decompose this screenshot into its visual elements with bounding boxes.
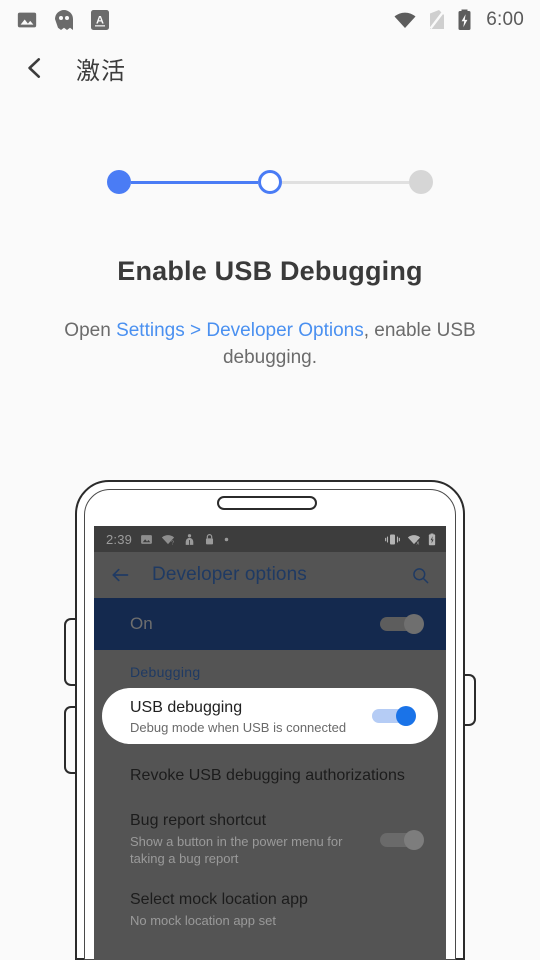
battery-icon bbox=[428, 533, 436, 545]
people-icon bbox=[185, 533, 194, 545]
master-toggle-label: On bbox=[130, 614, 153, 633]
ghost-icon bbox=[55, 10, 73, 30]
progress-stepper bbox=[0, 170, 540, 194]
dot-icon bbox=[224, 537, 229, 541]
list-item[interactable]: Bug report shortcut Show a button in the… bbox=[94, 803, 446, 878]
wifi-question-icon: ? bbox=[161, 534, 175, 546]
mock-location-subtitle: No mock location app set bbox=[130, 913, 276, 929]
section-header-debugging: Debugging bbox=[130, 664, 201, 680]
phone-status-time: 2:39 bbox=[106, 531, 133, 547]
step-indicator-1[interactable] bbox=[107, 170, 131, 194]
vibrate-icon bbox=[385, 534, 400, 544]
usb-debugging-texts: USB debugging Debug mode when USB is con… bbox=[130, 698, 346, 735]
phone-screen-title: Developer options bbox=[152, 564, 307, 585]
step-indicator-2[interactable] bbox=[258, 170, 282, 194]
developer-options-list: Debugging USB debugging Debug mode when … bbox=[94, 650, 446, 946]
battery-charging-icon bbox=[458, 9, 471, 30]
svg-text:A: A bbox=[96, 15, 104, 27]
step-indicator-3[interactable] bbox=[409, 170, 433, 194]
status-bar-right-icons: 6:00 bbox=[393, 9, 524, 31]
svg-text:x: x bbox=[416, 540, 419, 545]
usb-debugging-subtitle: Debug mode when USB is connected bbox=[130, 719, 347, 735]
revoke-authorizations-title: Revoke USB debugging authorizations bbox=[130, 767, 405, 784]
bug-report-shortcut-texts: Bug report shortcut Show a button in the… bbox=[130, 811, 368, 868]
bug-report-shortcut-toggle[interactable] bbox=[380, 829, 424, 850]
settings-developer-options-link[interactable]: Settings > Developer Options bbox=[116, 320, 364, 341]
status-bar-time: 6:00 bbox=[486, 9, 524, 30]
master-toggle-switch[interactable] bbox=[380, 614, 424, 634]
status-bar-left-icons: A bbox=[16, 9, 110, 31]
search-icon[interactable] bbox=[411, 566, 430, 585]
phone-screen: 2:39 ? x Developer options On Debugging … bbox=[94, 526, 446, 960]
image-icon bbox=[141, 534, 153, 544]
phone-status-right-icons: x bbox=[385, 533, 436, 546]
bug-report-shortcut-toggle-knob bbox=[404, 829, 424, 850]
phone-status-bar: 2:39 ? x bbox=[94, 526, 446, 552]
phone-power-button bbox=[464, 674, 476, 726]
bug-report-shortcut-title: Bug report shortcut bbox=[130, 812, 267, 830]
usb-debugging-toggle[interactable] bbox=[372, 706, 416, 726]
phone-speaker-grille bbox=[217, 496, 317, 510]
headline: Enable USB Debugging bbox=[117, 256, 423, 286]
usb-debugging-toggle-knob bbox=[396, 706, 416, 726]
revoke-authorizations-texts: Revoke USB debugging authorizations bbox=[130, 766, 424, 785]
lock-icon bbox=[206, 533, 214, 544]
mock-location-texts: Select mock location app No mock locatio… bbox=[130, 890, 424, 930]
mock-location-title: Select mock location app bbox=[130, 891, 308, 909]
arrow-back-icon[interactable] bbox=[110, 565, 130, 585]
sim-off-icon bbox=[429, 10, 445, 30]
step-connector-1 bbox=[131, 180, 258, 184]
instruction-text-before: Open bbox=[64, 320, 117, 341]
phone-status-left-icons: 2:39 ? bbox=[106, 532, 230, 547]
wifi-off-icon: x bbox=[407, 534, 421, 546]
phone-mockup: 2:39 ? x Developer options On Debugging … bbox=[0, 478, 540, 960]
usb-debugging-title: USB debugging bbox=[130, 698, 243, 716]
svg-text:?: ? bbox=[171, 540, 175, 545]
usb-debugging-row[interactable]: USB debugging Debug mode when USB is con… bbox=[102, 688, 438, 744]
phone-app-bar: Developer options bbox=[94, 552, 446, 598]
master-toggle-knob bbox=[404, 614, 424, 634]
back-chevron-icon[interactable] bbox=[22, 55, 48, 81]
list-item[interactable]: Select mock location app No mock locatio… bbox=[94, 878, 446, 945]
app-bar: 激活 bbox=[0, 40, 540, 96]
letter-a-icon: A bbox=[91, 10, 109, 30]
image-icon bbox=[17, 12, 37, 28]
wifi-icon bbox=[394, 12, 416, 28]
system-status-bar: A 6:00 bbox=[0, 0, 540, 40]
page-title: 激活 bbox=[76, 57, 126, 85]
developer-options-master-toggle-row[interactable]: On bbox=[94, 598, 446, 650]
instruction-text: Open Settings > Developer Options, enabl… bbox=[0, 318, 540, 372]
step-connector-2 bbox=[282, 180, 409, 184]
list-item[interactable]: Revoke USB debugging authorizations bbox=[94, 744, 446, 803]
bug-report-shortcut-subtitle: Show a button in the power menu for taki… bbox=[130, 834, 343, 867]
